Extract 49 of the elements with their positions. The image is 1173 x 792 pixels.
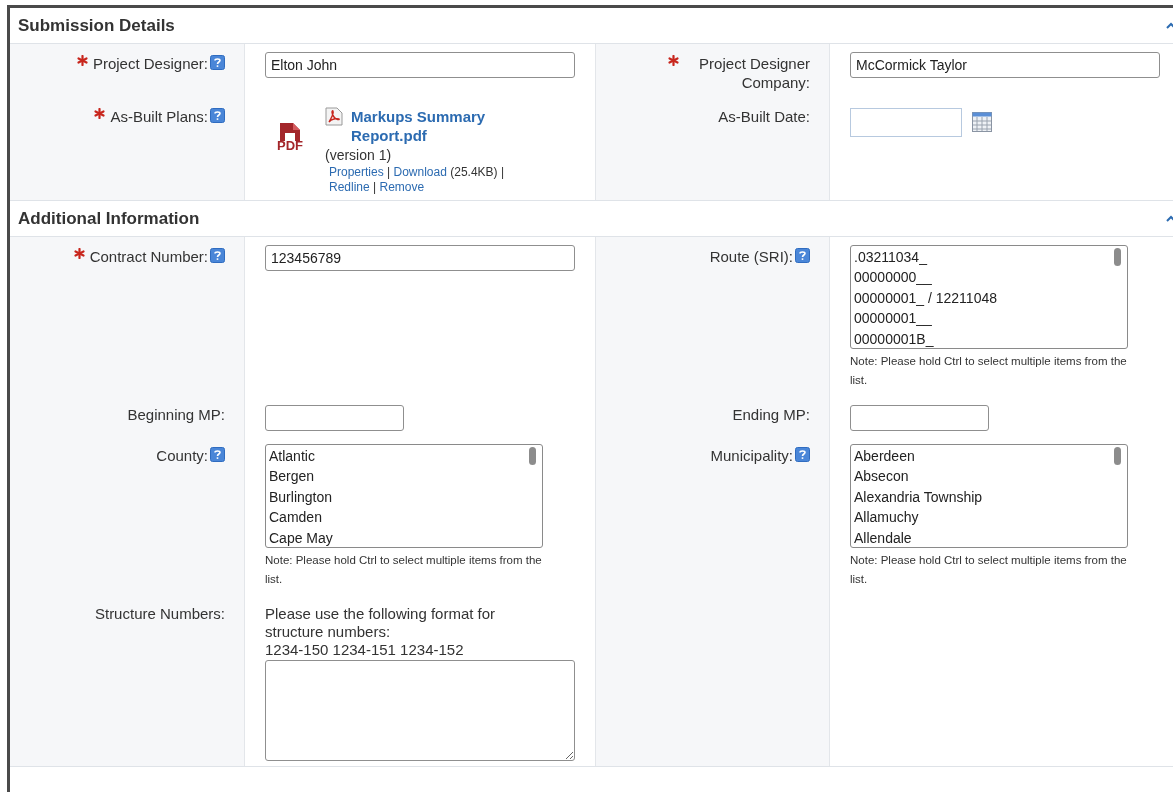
field-label: As-Built Date:	[718, 107, 810, 126]
section-title: Additional Information	[18, 208, 200, 229]
note-text: Note: Please hold Ctrl to select multiple items from the list.	[850, 354, 1128, 388]
list-option[interactable]: Allamuchy	[854, 507, 1124, 528]
list-option[interactable]: Atlantic	[269, 446, 539, 467]
list-option[interactable]: 00000001__	[854, 308, 1124, 329]
field-label: Beginning MP:	[127, 405, 225, 424]
file-meta-text: (25.4KB)	[450, 165, 498, 179]
file-version: (version 1)	[325, 147, 392, 163]
file-action-link[interactable]: Properties	[329, 165, 384, 179]
list-option[interactable]: Burlington	[269, 486, 539, 508]
field-label: Municipality:	[710, 446, 793, 465]
file-action-link[interactable]: Redline	[329, 180, 370, 194]
list-option[interactable]: 00000001B_	[854, 328, 1124, 348]
list-option[interactable]: Cape May	[269, 527, 539, 547]
list-option[interactable]: Absecon	[854, 466, 1124, 487]
section-title: Submission Details	[18, 15, 175, 36]
file-link[interactable]: Markups Summary Report.pdf	[351, 107, 521, 145]
list-option[interactable]: Bergen	[269, 466, 539, 487]
file-meta-text: |	[500, 165, 505, 179]
list-option[interactable]: Allendale	[854, 527, 1124, 547]
field-label: Contract Number:	[89, 247, 208, 266]
field-label: Route (SRI):	[709, 247, 793, 266]
field-label: Ending MP:	[732, 405, 810, 424]
list-option[interactable]: 00000001_ / 12211048	[854, 287, 1124, 309]
text-field[interactable]: Elton John	[265, 52, 575, 78]
list-option[interactable]: Aberdeen	[854, 446, 1124, 467]
list-box[interactable]: Aberdeen Absecon Alexandria Township Allamuchy Allendale	[850, 444, 1128, 548]
field-label: As-Built Plans:	[110, 107, 208, 126]
list-option[interactable]: Camden	[269, 507, 539, 528]
text-field[interactable]: 123456789	[265, 245, 575, 271]
format-example: 1234-150 1234-151 1234-152	[265, 641, 465, 659]
note-text: Note: Please hold Ctrl to select multiple items from the list.	[850, 553, 1128, 587]
file-meta-text: |	[387, 165, 391, 179]
field-label: Project Designer Company:	[698, 54, 810, 92]
list-option[interactable]: .03211034_	[854, 247, 1124, 268]
list-option[interactable]: Alexandria Township	[854, 486, 1124, 508]
file-action-link[interactable]: Download	[393, 165, 447, 179]
field-label: Structure Numbers:	[94, 604, 225, 623]
list-option[interactable]: 00000000__	[854, 267, 1124, 288]
note-text: Note: Please hold Ctrl to select multiple items from the list.	[265, 553, 543, 587]
text-field[interactable]: McCormick Taylor	[850, 52, 1160, 78]
list-box[interactable]: Atlantic Bergen Burlington Camden Cape May	[265, 444, 543, 548]
field-label: Project Designer:	[92, 54, 208, 73]
list-box[interactable]: .03211034_ 00000000__ 00000001_ / 12211048 00000001__ 00000001B_	[850, 245, 1128, 349]
file-action-link[interactable]: Remove	[379, 180, 425, 194]
format-hint: Please use the following format for structure numbers:	[265, 605, 497, 641]
field-label: County:	[156, 446, 208, 465]
file-meta-text: |	[373, 180, 377, 194]
